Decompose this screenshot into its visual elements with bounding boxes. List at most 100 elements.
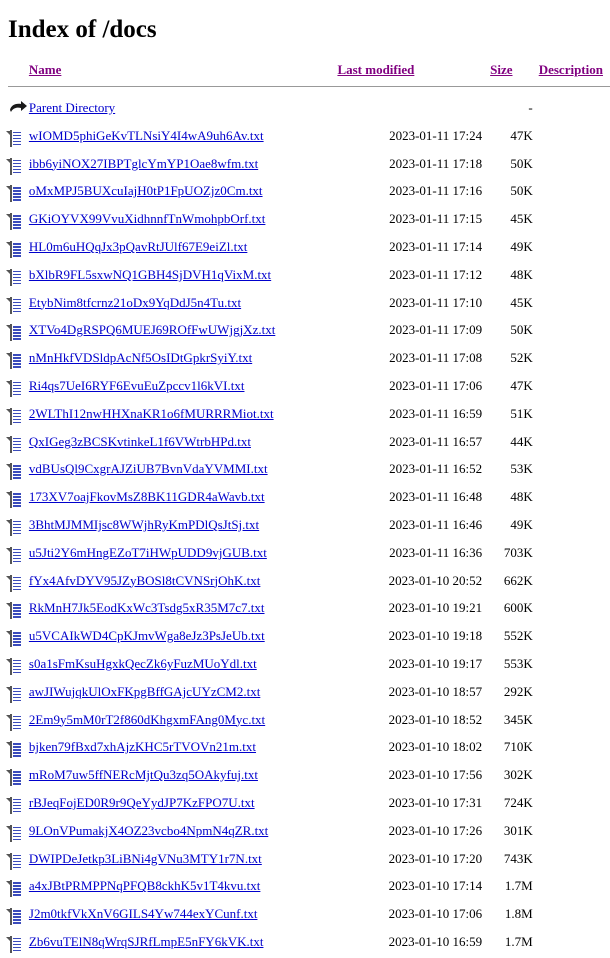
file-link[interactable]: 3BhtMJMMIjsc8WWjhRyKmPDlQsJtSj.txt bbox=[29, 517, 259, 532]
table-row: EtybNim8tfcrnz21oDx9YqDdJ5n4Tu.txt 2023-0… bbox=[8, 289, 610, 317]
text-file-icon bbox=[8, 793, 28, 815]
table-row: mRoM7uw5ffNERcMjtQu3zq5OAkyfuj.txt 2023-0… bbox=[8, 761, 610, 789]
row-description-cell bbox=[539, 483, 610, 511]
row-description-cell bbox=[539, 594, 610, 622]
text-file-icon bbox=[8, 543, 28, 565]
file-link[interactable]: 9LOnVPumakjX4OZ23vcbo4NpmN4qZR.txt bbox=[29, 823, 268, 838]
file-link[interactable]: QxIGeg3zBCSKvtinkeL1f6VWtrbHPd.txt bbox=[29, 434, 251, 449]
table-row: ibb6yiNOX27IBPTglcYmYP1Oae8wfm.txt 2023-0… bbox=[8, 150, 610, 178]
column-header-name: Name bbox=[29, 62, 338, 82]
text-file-icon bbox=[8, 459, 28, 481]
file-link[interactable]: u5VCAIkWD4CpKJmvWga8eJz3PsJeUb.txt bbox=[29, 628, 265, 643]
row-last-modified-cell: 2023-01-10 17:06 bbox=[388, 906, 483, 922]
row-name-cell: bjken79fBxd7xhAjzKHC5rTVOVn21m.txt bbox=[29, 733, 338, 761]
parent-directory-link[interactable]: Parent Directory bbox=[29, 100, 115, 115]
file-link[interactable]: u5Jti2Y6mHngEZoT7iHWpUDD9vjGUB.txt bbox=[29, 545, 267, 560]
row-name-cell: 2WLThI12nwHHXnaKR1o6fMURRRMiot.txt bbox=[29, 400, 338, 428]
row-description-cell bbox=[539, 233, 610, 261]
row-icon-cell bbox=[8, 372, 29, 400]
row-last-modified-cell: 2023-01-10 17:31 bbox=[388, 794, 483, 810]
file-link[interactable]: J2m0tkfVkXnV6GILS4Yw744exYCunf.txt bbox=[29, 906, 258, 921]
row-size-cell: 743K bbox=[503, 850, 533, 866]
row-last-modified-cell: 2023-01-10 17:14 bbox=[388, 878, 483, 894]
sort-by-description-link[interactable]: Description bbox=[539, 62, 603, 77]
horizontal-rule bbox=[8, 86, 610, 87]
row-icon-cell bbox=[8, 761, 29, 789]
row-last-modified-cell: 2023-01-11 16:59 bbox=[389, 405, 483, 421]
file-link[interactable]: Zb6vuTElN8qWrqSJRfLmpE5nFY6kVK.txt bbox=[29, 934, 264, 949]
file-link[interactable]: mRoM7uw5ffNERcMjtQu3zq5OAkyfuj.txt bbox=[29, 767, 258, 782]
row-size-cell: 301K bbox=[503, 822, 533, 838]
table-row: Zb6vuTElN8qWrqSJRfLmpE5nFY6kVK.txt 2023-0… bbox=[8, 928, 610, 956]
row-icon-cell bbox=[8, 845, 29, 873]
row-description-cell bbox=[539, 344, 610, 372]
directory-listing-table: Name Last modified Size Description Pare… bbox=[8, 62, 610, 956]
row-icon-cell bbox=[8, 94, 29, 122]
row-last-modified-cell bbox=[337, 94, 490, 122]
file-link[interactable]: oMxMPJ5BUXcuIajH0tP1FpUOZjz0Cm.txt bbox=[29, 183, 263, 198]
table-row: 2Em9y5mM0rT2f860dKhgxmFAng0Myc.txt 2023-0… bbox=[8, 706, 610, 734]
row-description-cell bbox=[539, 567, 610, 595]
row-last-modified-cell: 2023-01-11 16:36 bbox=[389, 544, 483, 560]
sort-by-name-link[interactable]: Name bbox=[29, 62, 62, 77]
file-link[interactable]: XTVo4DgRSPQ6MUEJ69ROfFwUWjgjXz.txt bbox=[29, 322, 275, 337]
file-link[interactable]: bXlbR9FL5sxwNQ1GBH4SjDVH1qVixM.txt bbox=[29, 267, 271, 282]
file-link[interactable]: a4xJBtPRMPPNqPFQB8ckhK5v1T4kvu.txt bbox=[29, 878, 261, 893]
file-link[interactable]: Ri4qs7UeI6RYF6EvuEuZpccv1l6kVI.txt bbox=[29, 378, 245, 393]
file-link[interactable]: RkMnH7Jk5EodKxWc3Tsdg5xR35M7c7.txt bbox=[29, 600, 265, 615]
file-link[interactable]: fYx4AfvDYV95JZyBOSl8tCVNSrjOhK.txt bbox=[29, 573, 260, 588]
row-last-modified-cell: 2023-01-10 17:56 bbox=[388, 767, 483, 783]
row-description-cell bbox=[539, 177, 610, 205]
file-link[interactable]: EtybNim8tfcrnz21oDx9YqDdJ5n4Tu.txt bbox=[29, 295, 241, 310]
file-link[interactable]: bjken79fBxd7xhAjzKHC5rTVOVn21m.txt bbox=[29, 739, 256, 754]
row-name-cell: awJIWujqkUlOxFKpgBffGAjcUYzCM2.txt bbox=[29, 678, 338, 706]
row-name-cell: u5Jti2Y6mHngEZoT7iHWpUDD9vjGUB.txt bbox=[29, 539, 338, 567]
row-size-cell: 47K bbox=[510, 377, 533, 393]
file-link[interactable]: nMnHkfVDSldpAcNf5OsIDtGpkrSyiY.txt bbox=[29, 350, 252, 365]
file-link[interactable]: vdBUsQl9CxgrAJZiUB7BvnVdaYVMMI.txt bbox=[29, 461, 268, 476]
sort-by-last-modified-link[interactable]: Last modified bbox=[337, 62, 414, 77]
file-link[interactable]: rBJeqFojED0R9r9QeYydJP7KzFPO7U.txt bbox=[29, 795, 255, 810]
file-link[interactable]: HL0m6uHQqJx3pQavRtJUlf67E9eiZl.txt bbox=[29, 239, 247, 254]
row-icon-cell bbox=[8, 511, 29, 539]
row-description-cell bbox=[539, 94, 610, 122]
row-name-cell: Zb6vuTElN8qWrqSJRfLmpE5nFY6kVK.txt bbox=[29, 928, 338, 956]
file-link[interactable]: 2WLThI12nwHHXnaKR1o6fMURRRMiot.txt bbox=[29, 406, 274, 421]
file-link[interactable]: GKiOYVX99VvuXidhnnfTnWmohpbOrf.txt bbox=[29, 211, 266, 226]
row-name-cell: s0a1sFmKsuHgxkQecZk6yFuzMUoYdl.txt bbox=[29, 650, 338, 678]
row-name-cell: RkMnH7Jk5EodKxWc3Tsdg5xR35M7c7.txt bbox=[29, 594, 338, 622]
file-link[interactable]: 2Em9y5mM0rT2f860dKhgxmFAng0Myc.txt bbox=[29, 712, 265, 727]
row-icon-cell bbox=[8, 289, 29, 317]
file-link[interactable]: ibb6yiNOX27IBPTglcYmYP1Oae8wfm.txt bbox=[29, 156, 258, 171]
table-row: fYx4AfvDYV95JZyBOSl8tCVNSrjOhK.txt 2023-0… bbox=[8, 567, 610, 595]
file-link[interactable]: s0a1sFmKsuHgxkQecZk6yFuzMUoYdl.txt bbox=[29, 656, 257, 671]
file-link[interactable]: awJIWujqkUlOxFKpgBffGAjcUYzCM2.txt bbox=[29, 684, 260, 699]
sort-by-size-link[interactable]: Size bbox=[490, 62, 512, 77]
file-link[interactable]: 173XV7oajFkovMsZ8BK11GDR4aWavb.txt bbox=[29, 489, 265, 504]
file-link[interactable]: DWIPDeJetkp3LiBNi4gVNu3MTY1r7N.txt bbox=[29, 851, 262, 866]
file-link[interactable]: wIOMD5phiGeKvTLNsiY4I4wA9uh6Av.txt bbox=[29, 128, 264, 143]
row-size-cell: 292K bbox=[503, 683, 533, 699]
row-description-cell bbox=[539, 261, 610, 289]
row-size-cell: 345K bbox=[503, 711, 533, 727]
table-row: u5Jti2Y6mHngEZoT7iHWpUDD9vjGUB.txt 2023-0… bbox=[8, 539, 610, 567]
text-file-icon bbox=[8, 682, 28, 704]
row-icon-cell bbox=[8, 122, 29, 150]
text-file-icon bbox=[8, 376, 28, 398]
row-description-cell bbox=[539, 900, 610, 928]
row-last-modified-cell: 2023-01-11 17:15 bbox=[389, 211, 483, 227]
row-icon-cell bbox=[8, 344, 29, 372]
row-icon-cell bbox=[8, 594, 29, 622]
row-icon-cell bbox=[8, 900, 29, 928]
table-row: vdBUsQl9CxgrAJZiUB7BvnVdaYVMMI.txt 2023-0… bbox=[8, 455, 610, 483]
table-row: wIOMD5phiGeKvTLNsiY4I4wA9uh6Av.txt 2023-0… bbox=[8, 122, 610, 150]
row-size-cell: 724K bbox=[503, 794, 533, 810]
row-description-cell bbox=[539, 928, 610, 956]
row-size-cell: 710K bbox=[503, 739, 533, 755]
row-size-cell: 703K bbox=[503, 544, 533, 560]
table-row: DWIPDeJetkp3LiBNi4gVNu3MTY1r7N.txt 2023-0… bbox=[8, 845, 610, 873]
table-row: rBJeqFojED0R9r9QeYydJP7KzFPO7U.txt 2023-0… bbox=[8, 789, 610, 817]
table-row: Ri4qs7UeI6RYF6EvuEuZpccv1l6kVI.txt 2023-0… bbox=[8, 372, 610, 400]
row-last-modified-cell: 2023-01-11 17:14 bbox=[389, 238, 483, 254]
row-last-modified-cell: 2023-01-11 17:06 bbox=[389, 377, 483, 393]
